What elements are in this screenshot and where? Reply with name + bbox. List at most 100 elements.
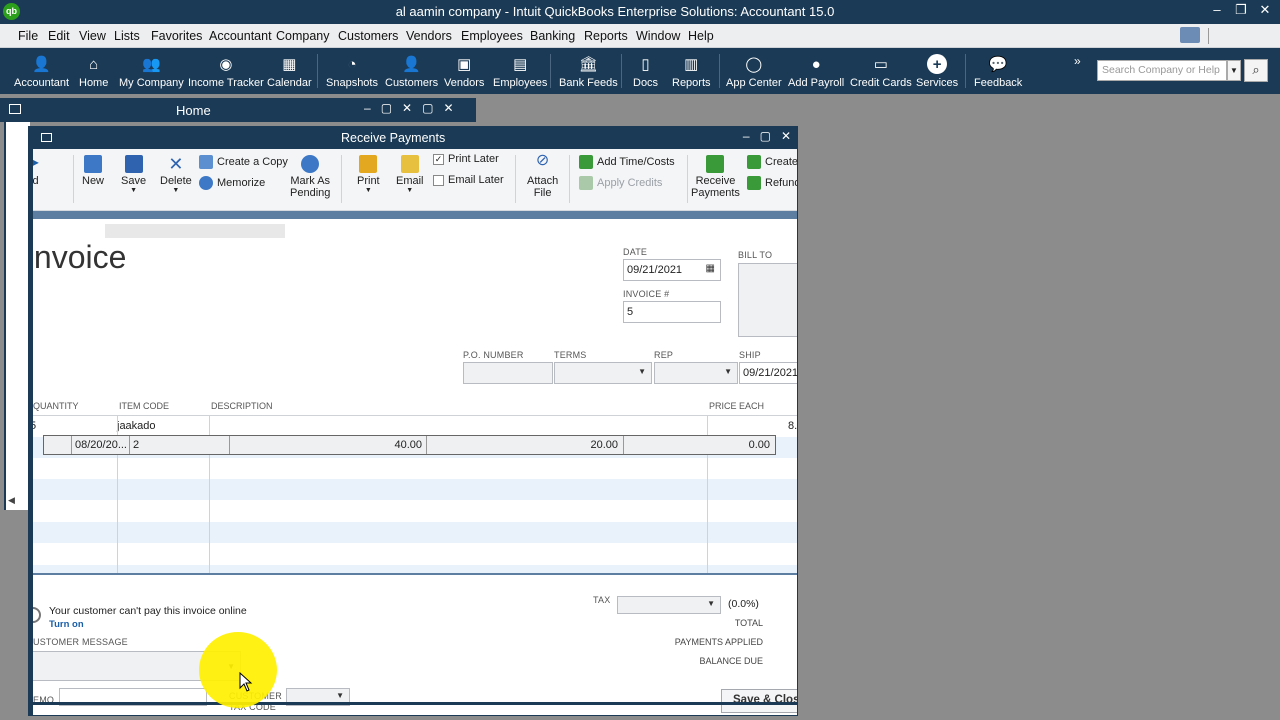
iconbar-my-company[interactable]: 👥 My Company <box>119 54 184 89</box>
close-icon[interactable]: ✕ <box>402 101 412 115</box>
turn-on-link[interactable]: Turn on <box>49 619 84 630</box>
maximize-icon[interactable]: ▢ <box>760 129 771 143</box>
menu-employees[interactable]: Employees <box>461 29 523 43</box>
email-button[interactable]: Email ▼ <box>396 155 424 194</box>
cell-quantity[interactable]: 5 <box>33 420 36 432</box>
cell-item-code[interactable]: jaakado <box>117 420 156 432</box>
menu-file[interactable]: File <box>18 29 38 43</box>
restore-icon[interactable]: ▢ <box>422 101 433 115</box>
menu-window[interactable]: Window <box>636 29 680 43</box>
column-description[interactable]: DESCRIPTION <box>211 401 273 411</box>
tax-dropdown[interactable]: ▼ <box>617 596 721 614</box>
save-button[interactable]: Save ▼ <box>121 155 146 194</box>
calendar-icon[interactable]: ▦ <box>706 263 715 274</box>
apply-credits-button[interactable]: Apply Credits <box>579 176 662 190</box>
close-icon[interactable]: ✕ <box>1258 2 1272 18</box>
iconbar-credit-cards[interactable]: ▭ Credit Cards <box>850 54 912 89</box>
iconbar-app-center[interactable]: ◯ App Center <box>726 54 782 89</box>
table-row[interactable]: 5 jaakado 8. <box>33 416 797 437</box>
iconbar-accountant[interactable]: 👤 Accountant <box>14 54 69 89</box>
popup-divider <box>623 436 624 454</box>
memorize-button[interactable]: Memorize <box>199 176 265 190</box>
iconbar-bank-feeds[interactable]: 🏛 Bank Feeds <box>559 54 618 89</box>
date-field[interactable]: 09/21/2021 ▦ <box>623 259 721 281</box>
iconbar-vendors[interactable]: ▣ Vendors <box>444 54 484 89</box>
close-icon[interactable]: ✕ <box>443 101 453 115</box>
template-selector[interactable] <box>105 224 285 238</box>
menu-vendors[interactable]: Vendors <box>406 29 452 43</box>
column-item-code[interactable]: ITEM CODE <box>119 401 169 411</box>
new-button[interactable]: New <box>82 155 104 187</box>
search-icon[interactable]: ⌕ <box>1244 59 1268 82</box>
save-close-button[interactable]: Save & Close <box>721 689 797 713</box>
table-row[interactable] <box>33 522 797 543</box>
iconbar-feedback[interactable]: 💬 Feedback <box>974 54 1022 89</box>
minimize-icon[interactable]: – <box>1210 2 1224 18</box>
cell-price[interactable]: 8. <box>788 420 797 432</box>
search-dropdown-icon[interactable]: ▼ <box>1227 60 1241 81</box>
iconbar-more-icon[interactable]: » <box>1074 54 1081 68</box>
menu-lists[interactable]: Lists <box>114 29 140 43</box>
popup-cell-amount-1[interactable]: 40.00 <box>344 439 422 451</box>
cursor-highlight <box>199 632 277 708</box>
popup-cell-date[interactable]: 08/20/20... <box>75 439 127 451</box>
iconbar-income-tracker[interactable]: ◉ Income Tracker <box>188 54 264 89</box>
menu-banking[interactable]: Banking <box>530 29 575 43</box>
menu-help[interactable]: Help <box>688 29 714 43</box>
search-input[interactable]: Search Company or Help <box>1097 60 1227 81</box>
close-icon[interactable]: ✕ <box>781 129 791 143</box>
menu-company[interactable]: Company <box>276 29 330 43</box>
minimize-icon[interactable]: – <box>364 101 371 115</box>
window-menu-icon[interactable] <box>9 104 21 114</box>
menu-reports[interactable]: Reports <box>584 29 628 43</box>
menu-edit[interactable]: Edit <box>48 29 70 43</box>
delete-button[interactable]: ✕ Delete ▼ <box>160 155 192 194</box>
calendar-icon: ▦ <box>282 56 297 73</box>
minimize-icon[interactable]: – <box>743 129 750 143</box>
ship-date-field[interactable]: 09/21/2021 <box>739 362 797 384</box>
email-later-checkbox[interactable]: Email Later <box>433 174 504 186</box>
print-button[interactable]: Print ▼ <box>357 155 380 194</box>
iconbar-calendar[interactable]: ▦ Calendar <box>267 54 312 89</box>
iconbar-add-payroll[interactable]: ● Add Payroll <box>788 54 844 90</box>
iconbar-docs[interactable]: ▯ Docs <box>633 54 658 89</box>
mark-pending-button[interactable]: Mark As Pending <box>290 155 330 199</box>
column-price-each[interactable]: PRICE EACH <box>709 401 764 411</box>
popup-cell-amount-2[interactable]: 20.00 <box>540 439 618 451</box>
create-copy-button[interactable]: Create a Copy <box>199 155 288 169</box>
maximize-icon[interactable]: ▢ <box>381 101 392 115</box>
column-quantity[interactable]: QUANTITY <box>33 401 79 411</box>
find-button[interactable]: ◀ ▶ Find <box>33 155 39 187</box>
refund-button[interactable]: Refund <box>747 176 797 190</box>
window-menu-icon[interactable] <box>41 133 52 142</box>
payment-popup-row[interactable]: 08/20/20... 2 40.00 20.00 0.00 <box>43 435 776 455</box>
iconbar-home[interactable]: ⌂ Home <box>79 54 108 90</box>
popup-cell-number[interactable]: 2 <box>133 439 139 451</box>
iconbar-reports[interactable]: ▥ Reports <box>672 54 711 89</box>
add-time-costs-button[interactable]: Add Time/Costs <box>579 155 675 169</box>
bill-to-field[interactable] <box>738 263 797 337</box>
menu-customers[interactable]: Customers <box>338 29 398 43</box>
checkbox-checked-icon: ✓ <box>433 153 444 165</box>
menu-accountant[interactable]: Accountant <box>209 29 272 43</box>
table-row[interactable] <box>33 479 797 500</box>
restore-icon[interactable]: ❐ <box>1234 2 1248 18</box>
po-number-field[interactable] <box>463 362 553 384</box>
iconbar-snapshots[interactable]: ◔ Snapshots <box>326 54 378 90</box>
scroll-left-icon[interactable]: ◀ <box>8 495 15 506</box>
live-community-icon[interactable] <box>1180 27 1200 43</box>
menu-favorites[interactable]: Favorites <box>151 29 202 43</box>
create-button[interactable]: Create <box>747 155 797 169</box>
popup-cell-amount-3[interactable]: 0.00 <box>692 439 770 451</box>
receive-payments-button[interactable]: Receive Payments <box>691 155 740 199</box>
rep-dropdown[interactable]: ▼ <box>654 362 738 384</box>
terms-dropdown[interactable]: ▼ <box>554 362 652 384</box>
iconbar-customers[interactable]: 👤 Customers <box>385 54 438 89</box>
iconbar-employees[interactable]: ▤ Employees <box>493 54 547 89</box>
menu-view[interactable]: View <box>79 29 106 43</box>
invoice-number-field[interactable]: 5 <box>623 301 721 323</box>
print-later-checkbox[interactable]: ✓ Print Later <box>433 153 499 165</box>
iconbar-services[interactable]: + Services <box>916 54 958 89</box>
attach-file-button[interactable]: ⊘ Attach File <box>527 153 558 200</box>
table-row[interactable] <box>33 565 797 573</box>
